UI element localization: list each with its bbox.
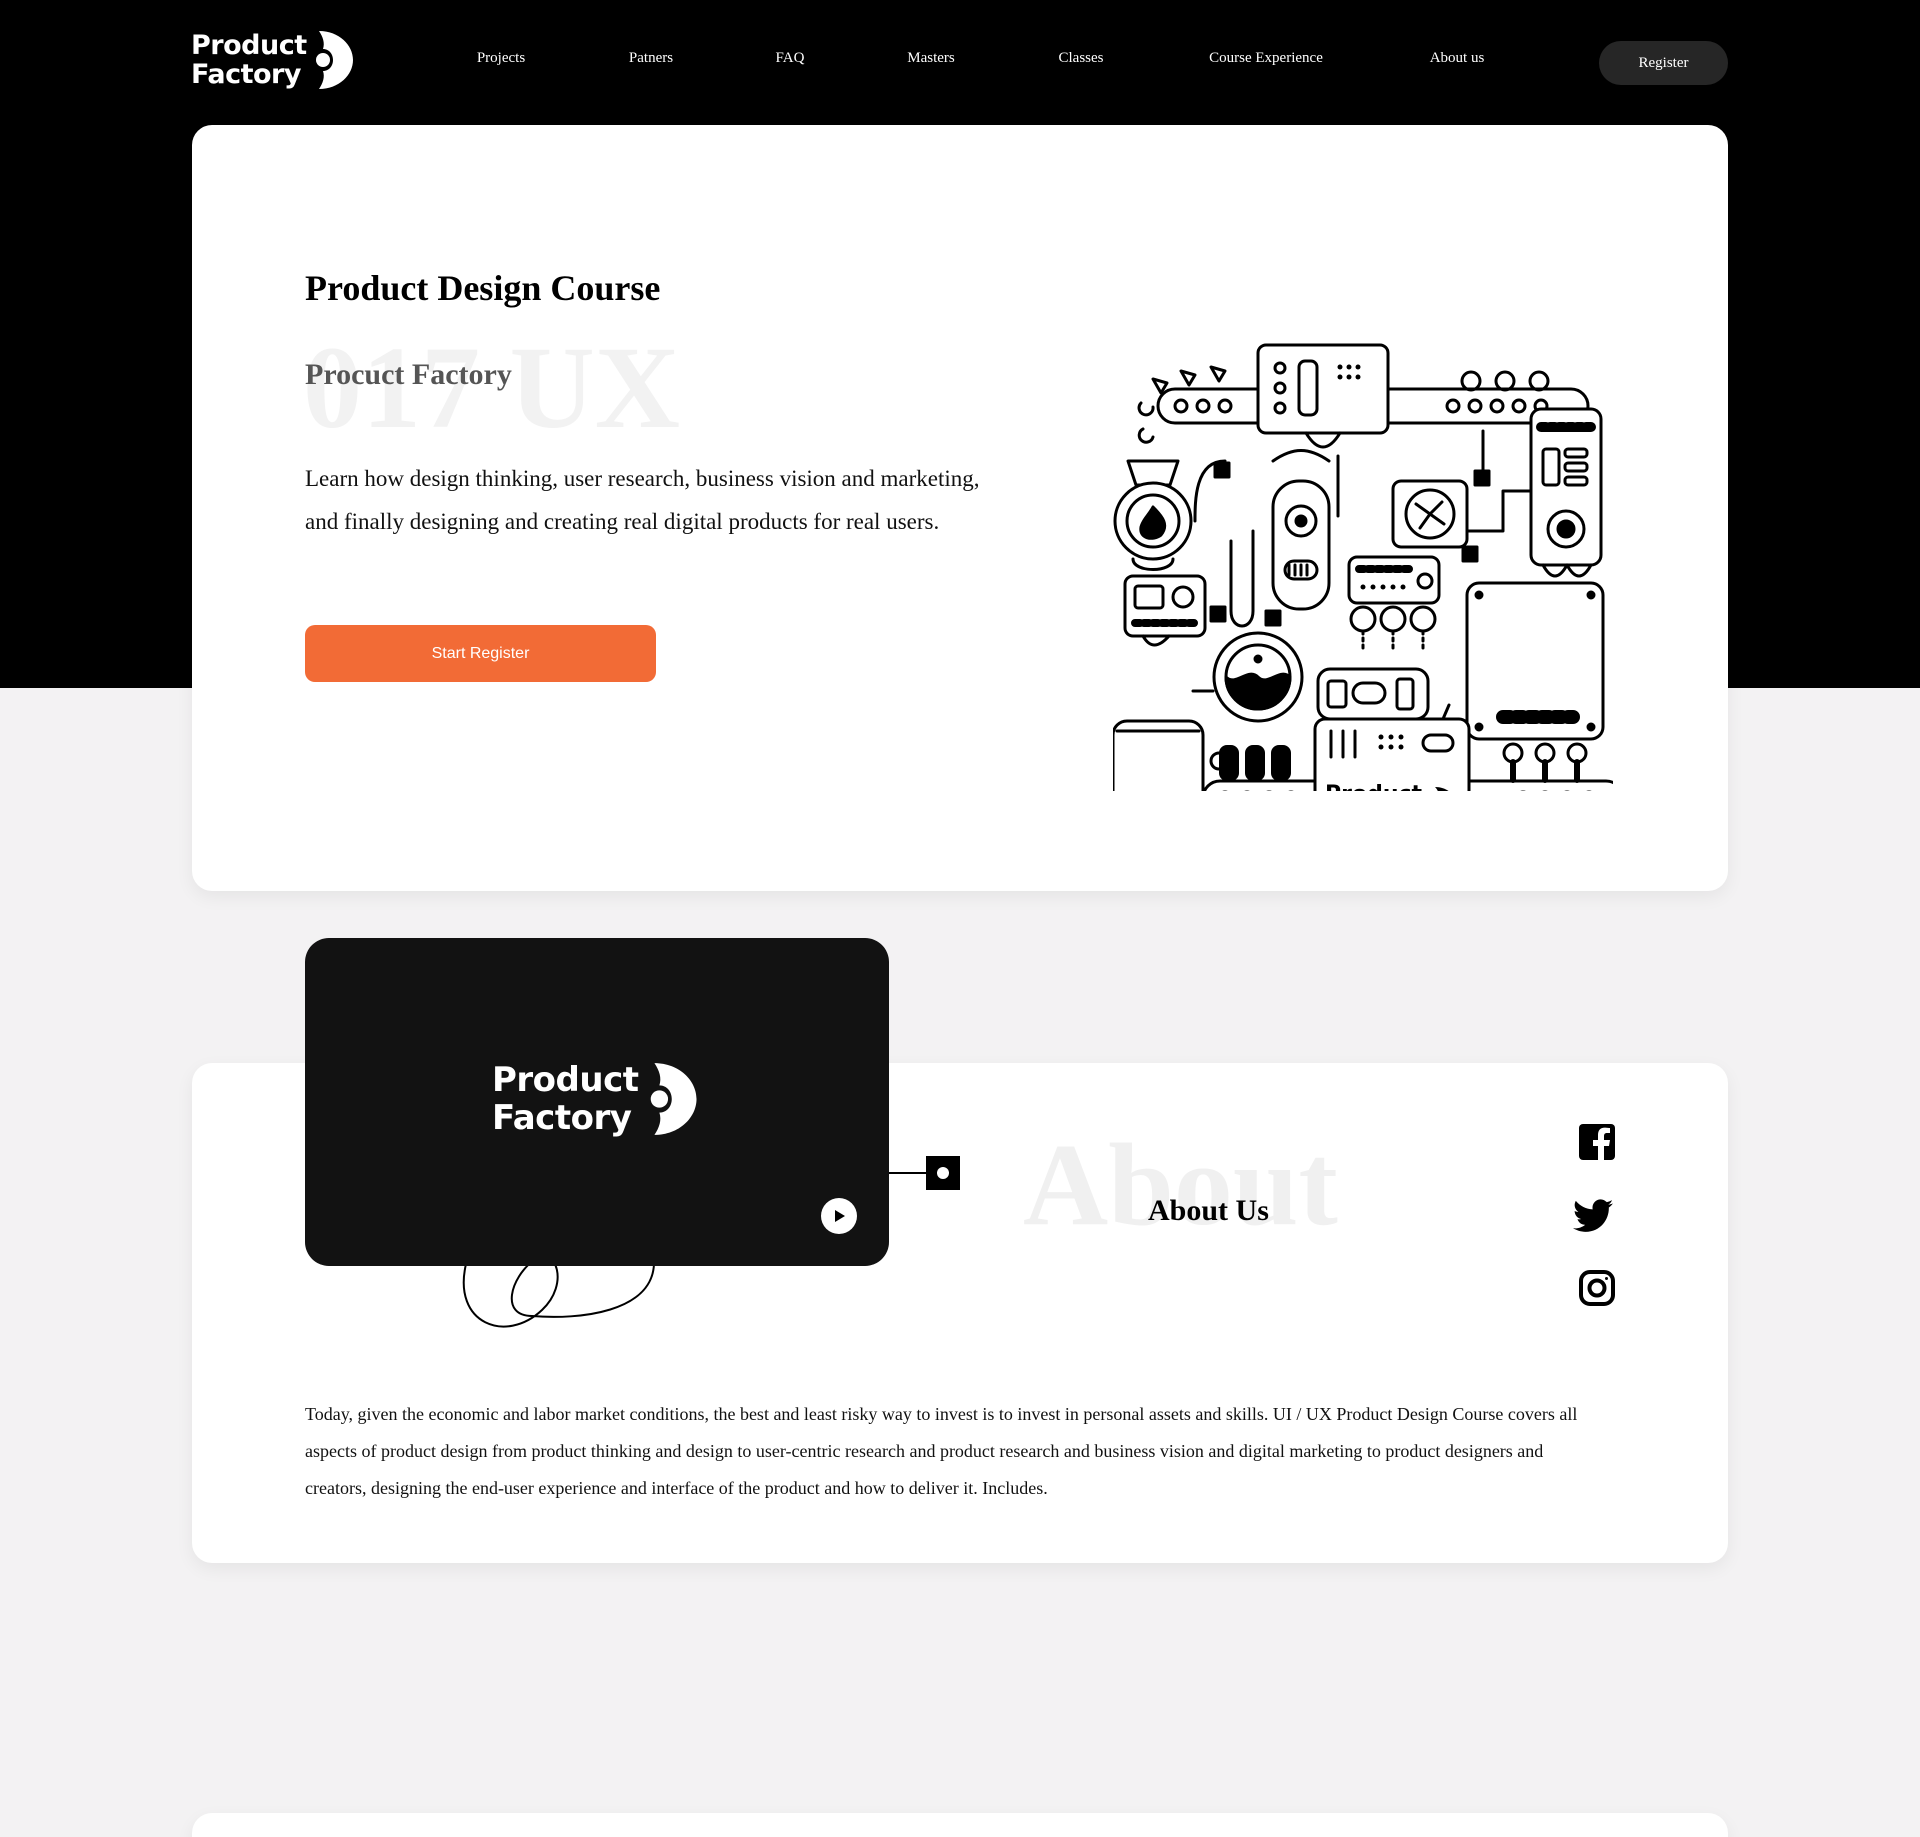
page-title: Product Design Course bbox=[305, 268, 661, 308]
factory-machine-illustration: Product Factory bbox=[1113, 343, 1613, 791]
hero-subtitle: Procuct Factory bbox=[305, 358, 512, 391]
facebook-icon bbox=[1579, 1124, 1615, 1160]
brand-mark-icon bbox=[650, 1063, 697, 1135]
nav-partners[interactable]: Patners bbox=[629, 50, 673, 67]
site-header: Product Factory Projects Patners FAQ Mas… bbox=[0, 0, 1920, 124]
twitter-link[interactable] bbox=[1573, 1196, 1613, 1236]
facebook-link[interactable] bbox=[1577, 1122, 1617, 1162]
hero-description: Learn how design thinking, user research… bbox=[305, 466, 980, 534]
nav-about-us[interactable]: About us bbox=[1430, 50, 1485, 67]
video-brand-name: Product Factory bbox=[492, 1061, 639, 1137]
nav-course-experience[interactable]: Course Experience bbox=[1209, 50, 1323, 67]
twitter-icon bbox=[1573, 1199, 1613, 1232]
instagram-link[interactable] bbox=[1577, 1268, 1617, 1308]
video-brand-line2: Factory bbox=[492, 1098, 632, 1138]
play-button[interactable] bbox=[821, 1198, 857, 1234]
svg-text:Product: Product bbox=[1325, 782, 1423, 791]
register-button[interactable]: Register bbox=[1599, 41, 1728, 85]
nav-faq[interactable]: FAQ bbox=[776, 50, 805, 67]
about-video[interactable]: Product Factory bbox=[305, 938, 889, 1266]
video-brand-logo: Product Factory bbox=[492, 1057, 699, 1141]
nav-projects[interactable]: Projects bbox=[477, 50, 525, 67]
nav-masters[interactable]: Masters bbox=[907, 50, 955, 67]
instagram-icon bbox=[1579, 1270, 1615, 1306]
about-description: Today, given the economic and labor mark… bbox=[305, 1404, 1578, 1498]
nav-classes[interactable]: Classes bbox=[1059, 50, 1104, 67]
start-register-button[interactable]: Start Register bbox=[305, 625, 656, 682]
next-section-card bbox=[192, 1813, 1728, 1837]
video-brand-line1: Product bbox=[492, 1060, 639, 1100]
hero-card: 017 UX Product Design Course Procuct Fac… bbox=[192, 125, 1728, 891]
play-icon bbox=[835, 1210, 845, 1222]
about-title: About Us bbox=[1148, 1194, 1269, 1227]
